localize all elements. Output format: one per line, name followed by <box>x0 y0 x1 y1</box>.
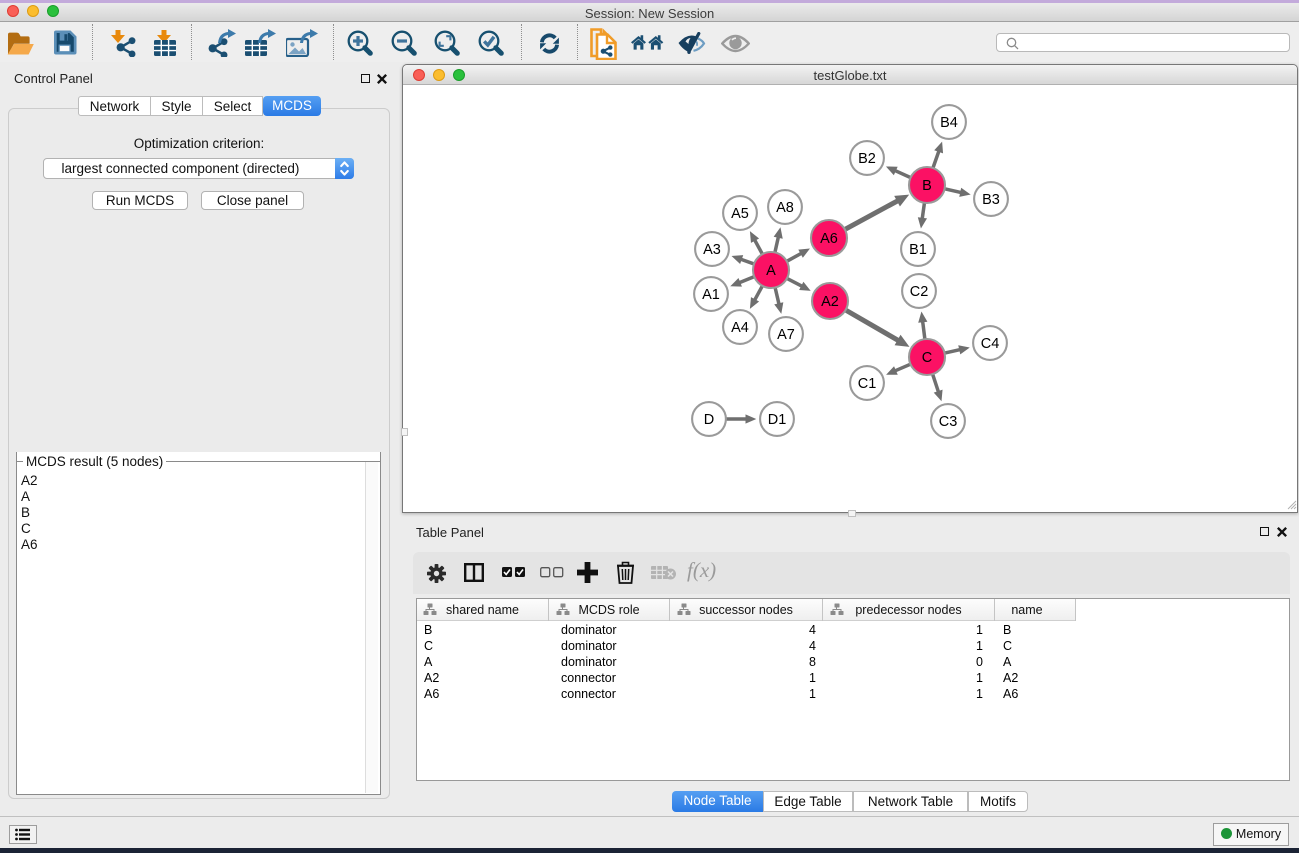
svg-text:A: A <box>766 263 776 279</box>
svg-text:A3: A3 <box>703 242 721 258</box>
svg-text:A1: A1 <box>702 287 720 303</box>
svg-text:A2: A2 <box>821 294 839 310</box>
svg-text:D: D <box>704 412 714 428</box>
svg-text:A8: A8 <box>776 200 794 216</box>
svg-text:B2: B2 <box>858 151 876 167</box>
svg-text:D1: D1 <box>768 412 787 428</box>
svg-text:C: C <box>922 350 932 366</box>
svg-text:B3: B3 <box>982 192 1000 208</box>
svg-text:C3: C3 <box>939 414 958 430</box>
svg-text:C2: C2 <box>910 284 929 300</box>
svg-text:C4: C4 <box>981 336 1000 352</box>
svg-text:A6: A6 <box>820 231 838 247</box>
svg-text:A4: A4 <box>731 320 749 336</box>
svg-text:B1: B1 <box>909 242 927 258</box>
svg-text:C1: C1 <box>858 376 877 392</box>
svg-text:B4: B4 <box>940 115 958 131</box>
svg-text:A5: A5 <box>731 206 749 222</box>
svg-text:A7: A7 <box>777 327 795 343</box>
svg-text:B: B <box>922 178 932 194</box>
